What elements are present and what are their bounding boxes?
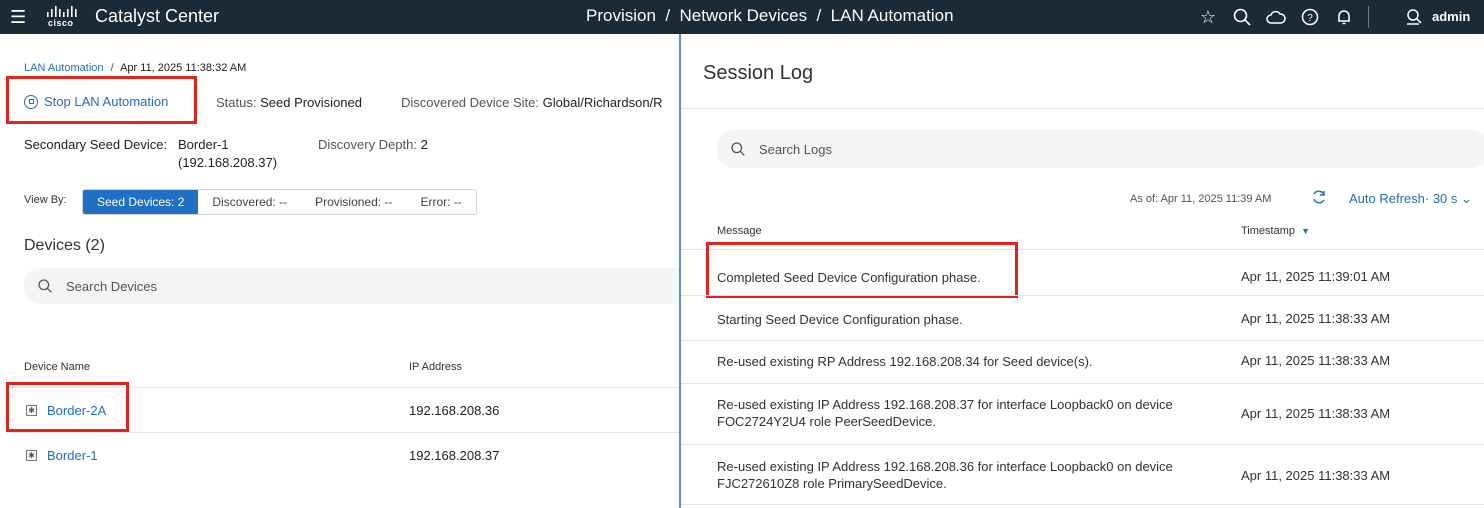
log-timestamp: Apr 11, 2025 11:38:33 AM (1241, 311, 1391, 326)
site-field: Discovered Device Site: Global/Richardso… (401, 95, 663, 110)
auto-refresh-dropdown[interactable]: Auto Refresh· 30 s ⌄ (1349, 191, 1472, 207)
devices-heading: Devices (2) (24, 237, 105, 254)
tab-error[interactable]: Error: -- (406, 190, 475, 214)
device-name-link[interactable]: Border-1 (47, 448, 98, 463)
session-log-panel: Session Log Search Logs As of: Apr 11, 2… (679, 34, 1484, 508)
cisco-logo: cisco (42, 5, 82, 29)
row-divider (681, 383, 1484, 384)
search-logs-placeholder: Search Logs (759, 141, 832, 157)
sort-descending-icon: ▼ (1301, 226, 1310, 236)
depth-label: Discovery Depth: (318, 137, 417, 152)
depth-value: 2 (420, 137, 428, 152)
device-ip: 192.168.208.37 (409, 448, 500, 463)
breadcrumb-link-lan-automation[interactable]: LAN Automation (24, 62, 104, 74)
user-icon[interactable] (1402, 5, 1426, 29)
device-icon: ✱ (26, 450, 37, 461)
bell-icon[interactable] (1332, 5, 1356, 29)
secondary-seed-ip: (192.168.208.37) (178, 155, 278, 170)
tab-provisioned[interactable]: Provisioned: -- (301, 190, 406, 214)
user-name[interactable]: admin (1432, 9, 1470, 24)
row-divider (681, 444, 1484, 445)
search-icon (38, 279, 52, 293)
refresh-icon[interactable] (1311, 189, 1327, 210)
help-icon[interactable]: ? (1298, 5, 1322, 29)
search-icon[interactable] (1230, 5, 1254, 29)
column-header-message[interactable]: Message (717, 225, 762, 237)
secondary-seed-value: Border-1 (178, 137, 229, 152)
table-row: ✱ Border-1 (26, 448, 98, 463)
status-field: Status: Seed Provisioned (216, 95, 362, 110)
toolbar-divider (1368, 6, 1369, 28)
star-icon[interactable]: ☆ (1196, 5, 1220, 29)
status-value: Seed Provisioned (260, 95, 362, 110)
log-timestamp: Apr 11, 2025 11:38:33 AM (1241, 468, 1391, 483)
log-timestamp: Apr 11, 2025 11:39:01 AM (1241, 269, 1391, 284)
breadcrumb: LAN Automation / Apr 11, 2025 11:38:32 A… (24, 62, 246, 74)
chevron-down-icon: ⌄ (1461, 191, 1472, 206)
breadcrumb-separator: / (110, 62, 114, 74)
highlight-box-device (6, 382, 129, 432)
highlight-box-stop (6, 76, 197, 124)
search-icon (731, 142, 745, 156)
lan-automation-panel: LAN Automation / Apr 11, 2025 11:38:32 A… (0, 34, 680, 508)
cisco-bars-icon (47, 6, 77, 17)
log-timestamp: Apr 11, 2025 11:38:33 AM (1241, 406, 1391, 421)
tab-seed-devices[interactable]: Seed Devices: 2 (83, 190, 199, 214)
breadcrumb-timestamp: Apr 11, 2025 11:38:32 AM (120, 62, 247, 74)
log-message: Re-used existing IP Address 192.168.208.… (717, 397, 1173, 429)
site-value: Global/Richardson/R (542, 95, 663, 110)
row-divider (681, 295, 1484, 296)
status-label: Status: (216, 95, 257, 110)
secondary-seed-label: Secondary Seed Device: (24, 137, 168, 152)
device-ip: 192.168.208.36 (409, 403, 500, 418)
app-name[interactable]: Catalyst Center (95, 6, 219, 27)
top-navigation-bar: ☰ cisco Catalyst Center Provision / Netw… (0, 0, 1484, 34)
cloud-icon[interactable] (1264, 5, 1288, 29)
row-divider (681, 504, 1484, 505)
log-timestamp: Apr 11, 2025 11:38:33 AM (1241, 353, 1391, 368)
search-logs-input[interactable]: Search Logs (717, 130, 1484, 168)
search-devices-input[interactable]: Search Devices (24, 268, 680, 304)
cisco-wordmark: cisco (48, 18, 74, 28)
hamburger-menu-icon[interactable]: ☰ (10, 7, 26, 28)
row-divider (681, 340, 1484, 341)
timestamp-header-label: Timestamp (1241, 225, 1295, 237)
page-breadcrumb: Provision / Network Devices / LAN Automa… (586, 6, 954, 25)
search-devices-placeholder: Search Devices (66, 278, 158, 294)
tab-discovered[interactable]: Discovered: -- (198, 190, 301, 214)
site-label: Discovered Device Site: (401, 95, 539, 110)
log-message: Re-used existing IP Address 192.168.208.… (717, 459, 1173, 491)
highlight-box-log (706, 242, 1018, 298)
session-log-title: Session Log (703, 62, 814, 84)
row-divider (10, 432, 680, 433)
log-message: Starting Seed Device Configuration phase… (717, 312, 963, 327)
column-header-ip-address[interactable]: IP Address (409, 361, 462, 373)
view-by-label: View By: (24, 194, 67, 206)
svg-text:?: ? (1307, 13, 1313, 24)
view-by-segmented-control: Seed Devices: 2 Discovered: -- Provision… (82, 189, 477, 215)
log-message: Re-used existing RP Address 192.168.208.… (717, 354, 1093, 369)
discovery-depth-field: Discovery Depth: 2 (318, 137, 428, 152)
as-of-timestamp: As of: Apr 11, 2025 11:39 AM (1130, 193, 1272, 205)
title-divider (681, 108, 1484, 109)
column-header-timestamp[interactable]: Timestamp ▼ (1241, 225, 1310, 237)
auto-refresh-label: Auto Refresh· 30 s (1349, 191, 1458, 206)
column-header-device-name[interactable]: Device Name (24, 361, 90, 373)
